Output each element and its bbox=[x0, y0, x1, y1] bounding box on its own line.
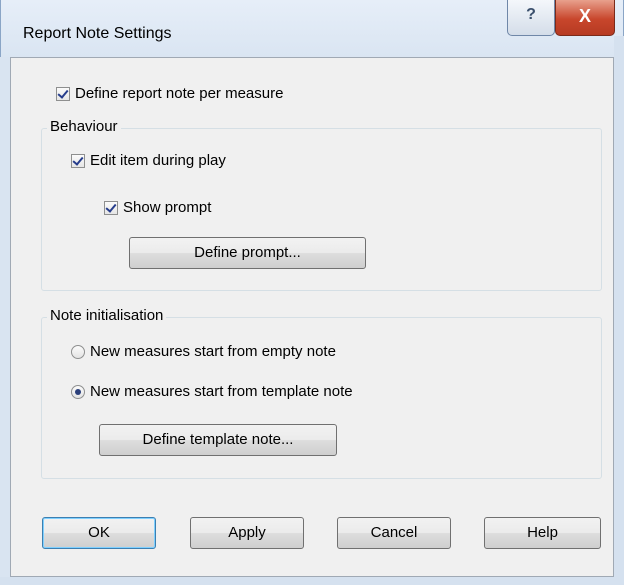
window-frame-left bbox=[0, 57, 10, 585]
edit-during-play-checkbox[interactable]: Edit item during play bbox=[71, 152, 226, 169]
apply-button[interactable]: Apply bbox=[190, 517, 304, 549]
window-title: Report Note Settings bbox=[23, 25, 172, 42]
radio-selected-icon bbox=[71, 384, 85, 399]
radio-unselected-icon bbox=[71, 344, 85, 359]
note-initialisation-group-label: Note initialisation bbox=[47, 307, 167, 324]
template-note-radio[interactable]: New measures start from template note bbox=[71, 383, 353, 400]
checkbox-checked-icon bbox=[71, 153, 85, 168]
define-template-note-button[interactable]: Define template note... bbox=[99, 424, 337, 456]
window-frame-bottom bbox=[0, 577, 624, 585]
show-prompt-label: Show prompt bbox=[123, 199, 212, 216]
template-note-label: New measures start from template note bbox=[90, 383, 353, 400]
help-icon: ? bbox=[526, 6, 536, 23]
empty-note-radio[interactable]: New measures start from empty note bbox=[71, 343, 336, 360]
checkbox-checked-icon bbox=[56, 86, 70, 101]
checkbox-checked-icon bbox=[104, 200, 118, 215]
close-button[interactable]: X bbox=[555, 0, 615, 36]
define-per-measure-checkbox[interactable]: Define report note per measure bbox=[56, 85, 283, 102]
ok-button[interactable]: OK bbox=[42, 517, 156, 549]
cancel-button[interactable]: Cancel bbox=[337, 517, 451, 549]
define-prompt-button[interactable]: Define prompt... bbox=[129, 237, 366, 269]
define-per-measure-label: Define report note per measure bbox=[75, 85, 284, 102]
window-frame-right bbox=[614, 36, 624, 585]
help-title-button[interactable]: ? bbox=[507, 0, 555, 36]
help-button[interactable]: Help bbox=[484, 517, 601, 549]
empty-note-label: New measures start from empty note bbox=[90, 343, 336, 360]
behaviour-group-label: Behaviour bbox=[47, 118, 121, 135]
edit-during-play-label: Edit item during play bbox=[90, 152, 226, 169]
show-prompt-checkbox[interactable]: Show prompt bbox=[104, 199, 211, 216]
close-icon: X bbox=[578, 6, 591, 26]
report-note-settings-dialog: Report Note Settings ? X Define report n… bbox=[0, 0, 624, 585]
